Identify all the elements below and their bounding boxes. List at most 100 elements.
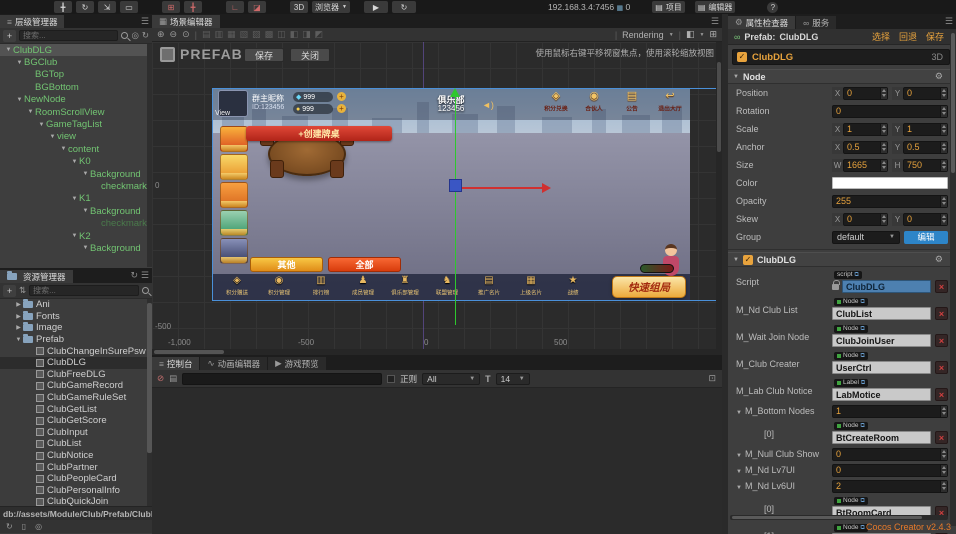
asset-item[interactable]: ClubInput: [0, 427, 152, 439]
anchor-toggle-button[interactable]: ╋: [184, 1, 202, 13]
asset-item[interactable]: ClubGetScore: [0, 415, 152, 427]
asset-item[interactable]: ClubNotice: [0, 450, 152, 462]
expander-icon[interactable]: ▼: [70, 159, 79, 165]
align-tool-icon[interactable]: ▧: [240, 29, 249, 40]
expander-icon[interactable]: ▼: [26, 109, 35, 115]
clubdlg-component-header[interactable]: ▼ ✓ ClubDLG ⚙: [728, 252, 956, 267]
gizmo-y-axis[interactable]: [455, 95, 456, 325]
asset-item[interactable]: ClubChangeInSurePsw: [0, 345, 152, 357]
inspector-vertical-scrollbar[interactable]: [950, 29, 956, 526]
hierarchy-node[interactable]: ▼NewNode: [0, 94, 152, 106]
hierarchy-node[interactable]: ▼content: [0, 143, 152, 155]
expander-icon[interactable]: ▼: [15, 97, 24, 103]
hierarchy-node[interactable]: ▼view: [0, 131, 152, 143]
remove-reference-button[interactable]: ×: [935, 280, 948, 293]
component-enabled-checkbox[interactable]: ✓: [743, 255, 753, 265]
expander-icon[interactable]: ▼: [70, 196, 79, 202]
tab-animation-editor[interactable]: ∿ 动画编辑器: [200, 357, 267, 370]
zoom-out-icon[interactable]: ⊖: [170, 29, 178, 40]
hierarchy-node[interactable]: BGTop: [0, 69, 152, 81]
zoom-in-icon[interactable]: ⊕: [157, 29, 165, 40]
panel-menu-icon[interactable]: ☰: [141, 16, 149, 27]
reference-field[interactable]: ClubJoinUser: [832, 334, 931, 347]
search-icon[interactable]: [142, 287, 149, 294]
node-active-checkbox[interactable]: ✓: [737, 52, 747, 62]
reference-field[interactable]: ClubDLG: [842, 280, 931, 293]
asset-item[interactable]: ClubPersonalInfo: [0, 485, 152, 497]
expander-icon[interactable]: ▶: [14, 313, 23, 320]
skew-y-input[interactable]: 0: [903, 213, 948, 226]
local-toggle-button[interactable]: ∟: [226, 1, 244, 13]
asset-item[interactable]: ▶Ani: [0, 299, 152, 311]
panel-menu-icon[interactable]: ☰: [711, 16, 719, 27]
expander-icon[interactable]: ▼: [81, 245, 90, 251]
clear-console-icon[interactable]: ⊘: [157, 373, 164, 384]
asset-item[interactable]: ClubList: [0, 438, 152, 450]
group-edit-button[interactable]: 编辑: [904, 231, 948, 244]
hierarchy-node[interactable]: checkmark: [0, 217, 152, 229]
asset-item[interactable]: ClubPartner: [0, 461, 152, 473]
log-level-dropdown[interactable]: All ▼: [422, 373, 480, 385]
font-size-dropdown[interactable]: 14 ▼: [496, 373, 530, 385]
chevron-down-icon[interactable]: ▼: [736, 469, 742, 475]
external-link-icon[interactable]: ⧉: [855, 272, 859, 279]
expander-icon[interactable]: ▼: [81, 171, 90, 177]
chevron-down-icon[interactable]: ▼: [736, 410, 742, 416]
eye-icon[interactable]: ◎: [35, 522, 42, 531]
hierarchy-node[interactable]: ▼BGClub: [0, 56, 152, 68]
align-tool-icon[interactable]: ▨: [252, 29, 261, 40]
prefab-revert-button[interactable]: 回退: [899, 30, 917, 43]
search-icon[interactable]: [121, 32, 128, 39]
zoom-fit-icon[interactable]: ⊙: [182, 29, 190, 40]
external-link-icon[interactable]: ⧉: [861, 380, 865, 387]
position-x-input[interactable]: 0: [843, 87, 888, 100]
remove-reference-button[interactable]: ×: [935, 361, 948, 374]
reference-field[interactable]: UserCtrl: [832, 361, 931, 374]
external-link-icon[interactable]: ⧉: [861, 525, 865, 532]
hierarchy-node[interactable]: ▼Background: [0, 205, 152, 217]
hierarchy-search-input[interactable]: 搜索...: [19, 30, 118, 41]
align-tool-icon[interactable]: ◨: [302, 29, 311, 40]
trash-icon[interactable]: ▯: [22, 522, 26, 531]
3d-mode-button[interactable]: 3D: [290, 1, 308, 13]
field-number-input[interactable]: 2: [832, 480, 948, 493]
anchor-x-input[interactable]: 0.5: [843, 141, 888, 154]
hierarchy-node[interactable]: ▼Background: [0, 168, 152, 180]
align-tool-icon[interactable]: ▩: [265, 29, 274, 40]
scene-viewport[interactable]: 群主昵称 ID:123456 View ◆ 999 ● 999 + + ◄) 俱…: [152, 42, 722, 355]
grid-toggle-icon[interactable]: ⊞: [709, 29, 717, 40]
preview-target-dropdown[interactable]: 浏览器 ▼: [312, 1, 350, 13]
expander-icon[interactable]: ▼: [70, 233, 79, 239]
skew-x-input[interactable]: 0: [843, 213, 888, 226]
position-y-input[interactable]: 0: [903, 87, 948, 100]
rect-tool-button[interactable]: ▭: [120, 1, 138, 13]
hierarchy-node[interactable]: checkmark: [0, 180, 152, 192]
reference-field[interactable]: LabMotice: [832, 388, 931, 401]
rendering-dropdown[interactable]: Rendering: [622, 30, 664, 40]
remove-reference-button[interactable]: ×: [935, 431, 948, 444]
locate-icon[interactable]: ◎: [131, 30, 138, 41]
scale-y-input[interactable]: 1: [903, 123, 948, 136]
log-file-icon[interactable]: ▤: [169, 373, 177, 384]
hierarchy-node[interactable]: ▼K1: [0, 193, 152, 205]
remove-reference-button[interactable]: ×: [935, 307, 948, 320]
gizmo-y-arrow-icon[interactable]: [450, 88, 460, 97]
remove-reference-button[interactable]: ×: [935, 334, 948, 347]
group-dropdown[interactable]: default ▼: [832, 231, 900, 244]
scale-x-input[interactable]: 1: [843, 123, 888, 136]
gizmo-x-arrow-icon[interactable]: [542, 183, 551, 193]
align-tool-icon[interactable]: ▥: [215, 29, 224, 40]
expander-icon[interactable]: ▼: [4, 47, 13, 53]
expander-icon[interactable]: ▼: [15, 60, 24, 66]
external-link-icon[interactable]: ⧉: [861, 353, 865, 360]
external-link-icon[interactable]: ⧉: [861, 498, 865, 505]
align-tool-icon[interactable]: ◩: [315, 29, 324, 40]
asset-item[interactable]: ▶Fonts: [0, 311, 152, 323]
asset-item[interactable]: ClubDLG: [0, 357, 152, 369]
prefab-select-button[interactable]: 选择: [872, 30, 890, 43]
gear-icon[interactable]: ⚙: [935, 254, 943, 265]
anchor-y-input[interactable]: 0.5: [903, 141, 948, 154]
align-tool-icon[interactable]: ◧: [290, 29, 299, 40]
panel-menu-icon[interactable]: ☰: [141, 270, 149, 281]
gizmo-x-axis[interactable]: [462, 187, 542, 189]
